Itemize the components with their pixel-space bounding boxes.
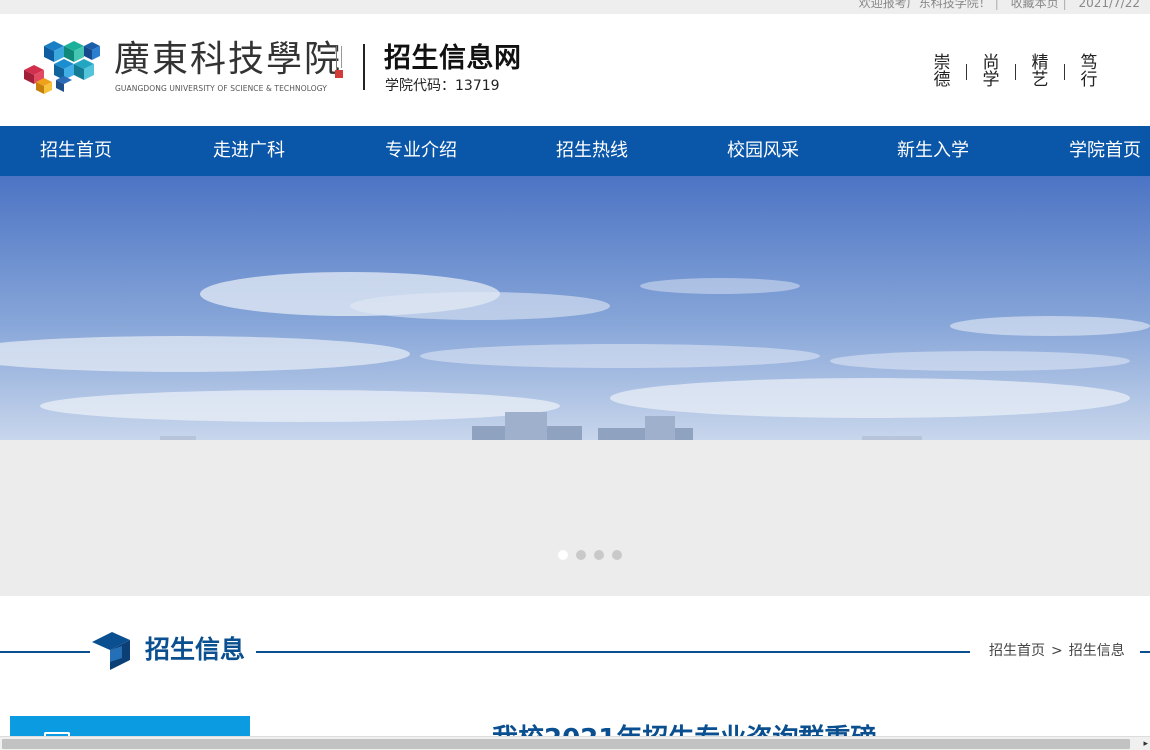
section-rule [256, 651, 970, 653]
banner-slider[interactable] [0, 176, 1150, 596]
logo-chinese-name[interactable]: 廣東科技學院 [114, 38, 342, 82]
horizontal-scrollbar[interactable]: ▸ [0, 736, 1150, 750]
site-header: 廣東科技學院 GUANGDONG UNIVERSITY OF SCIENCE &… [0, 14, 1150, 126]
admissions-info-section: 招生信息 招生首页>招生信息 我校2021年招生专业咨询群重磅 [0, 596, 1150, 750]
date-text: 2021/7/22 [1078, 0, 1140, 10]
section-title: 招生信息 [145, 635, 246, 664]
bookmark-link[interactable]: 收藏本页 [1011, 0, 1059, 10]
nav-item-college-home[interactable]: 学院首页 [1069, 126, 1141, 176]
section-rule [0, 651, 90, 653]
motto-word: 尚学 [982, 53, 1000, 90]
slider-dot[interactable] [612, 550, 622, 560]
slider-dots [558, 550, 630, 560]
logo-english-name: GUANGDONG UNIVERSITY OF SCIENCE & TECHNO… [115, 84, 327, 93]
nav-item-campus[interactable]: 校园风采 [727, 126, 799, 176]
motto-word: 精艺 [1031, 53, 1049, 90]
nav-item-majors[interactable]: 专业介绍 [385, 126, 457, 176]
scroll-right-icon[interactable]: ▸ [1143, 738, 1148, 750]
nav-item-about[interactable]: 走进广科 [213, 126, 285, 176]
red-stamp-icon [335, 70, 343, 78]
separator: | [994, 0, 999, 10]
breadcrumb-current[interactable]: 招生信息 [1069, 643, 1125, 659]
motto-divider [1064, 64, 1065, 80]
nav-item-admissions-home[interactable]: 招生首页 [40, 126, 112, 176]
motto-divider [966, 64, 967, 80]
nav-item-hotline[interactable]: 招生热线 [556, 126, 628, 176]
top-strip: 欢迎报考广东科技学院！ | 收藏本页 | 2021/7/22 [0, 0, 1150, 14]
separator: | [1062, 0, 1067, 10]
logo-seal [334, 46, 344, 80]
welcome-text: 欢迎报考广东科技学院！ [858, 0, 991, 10]
header-divider [363, 44, 365, 90]
school-code: 学院代码：13719 [385, 78, 500, 94]
top-strip-links: 欢迎报考广东科技学院！ | 收藏本页 | 2021/7/22 [855, 0, 1140, 10]
breadcrumb-home[interactable]: 招生首页 [989, 643, 1045, 659]
section-rule [1140, 651, 1150, 653]
banner-image[interactable] [0, 176, 1150, 440]
school-motto: 崇德 尚学 精艺 笃行 [930, 52, 1101, 92]
slider-dot[interactable] [558, 550, 568, 560]
scrollbar-thumb[interactable] [2, 739, 1130, 749]
site-title: 招生信息网 [384, 43, 522, 74]
main-nav: 招生首页 走进广科 专业介绍 招生热线 校园风采 新生入学 学院首页 [0, 126, 1150, 176]
cube-icon [92, 632, 130, 670]
nav-item-freshmen[interactable]: 新生入学 [897, 126, 969, 176]
slider-dot[interactable] [594, 550, 604, 560]
motto-divider [1015, 64, 1016, 80]
slider-dot[interactable] [576, 550, 586, 560]
motto-word: 崇德 [933, 53, 951, 90]
calligraphy-signature [336, 46, 342, 68]
breadcrumb: 招生首页 > 招生信息 [989, 642, 1125, 660]
logo-cubes-icon[interactable] [22, 38, 104, 96]
motto-word: 笃行 [1080, 53, 1098, 90]
breadcrumb-separator: > [1051, 643, 1063, 659]
